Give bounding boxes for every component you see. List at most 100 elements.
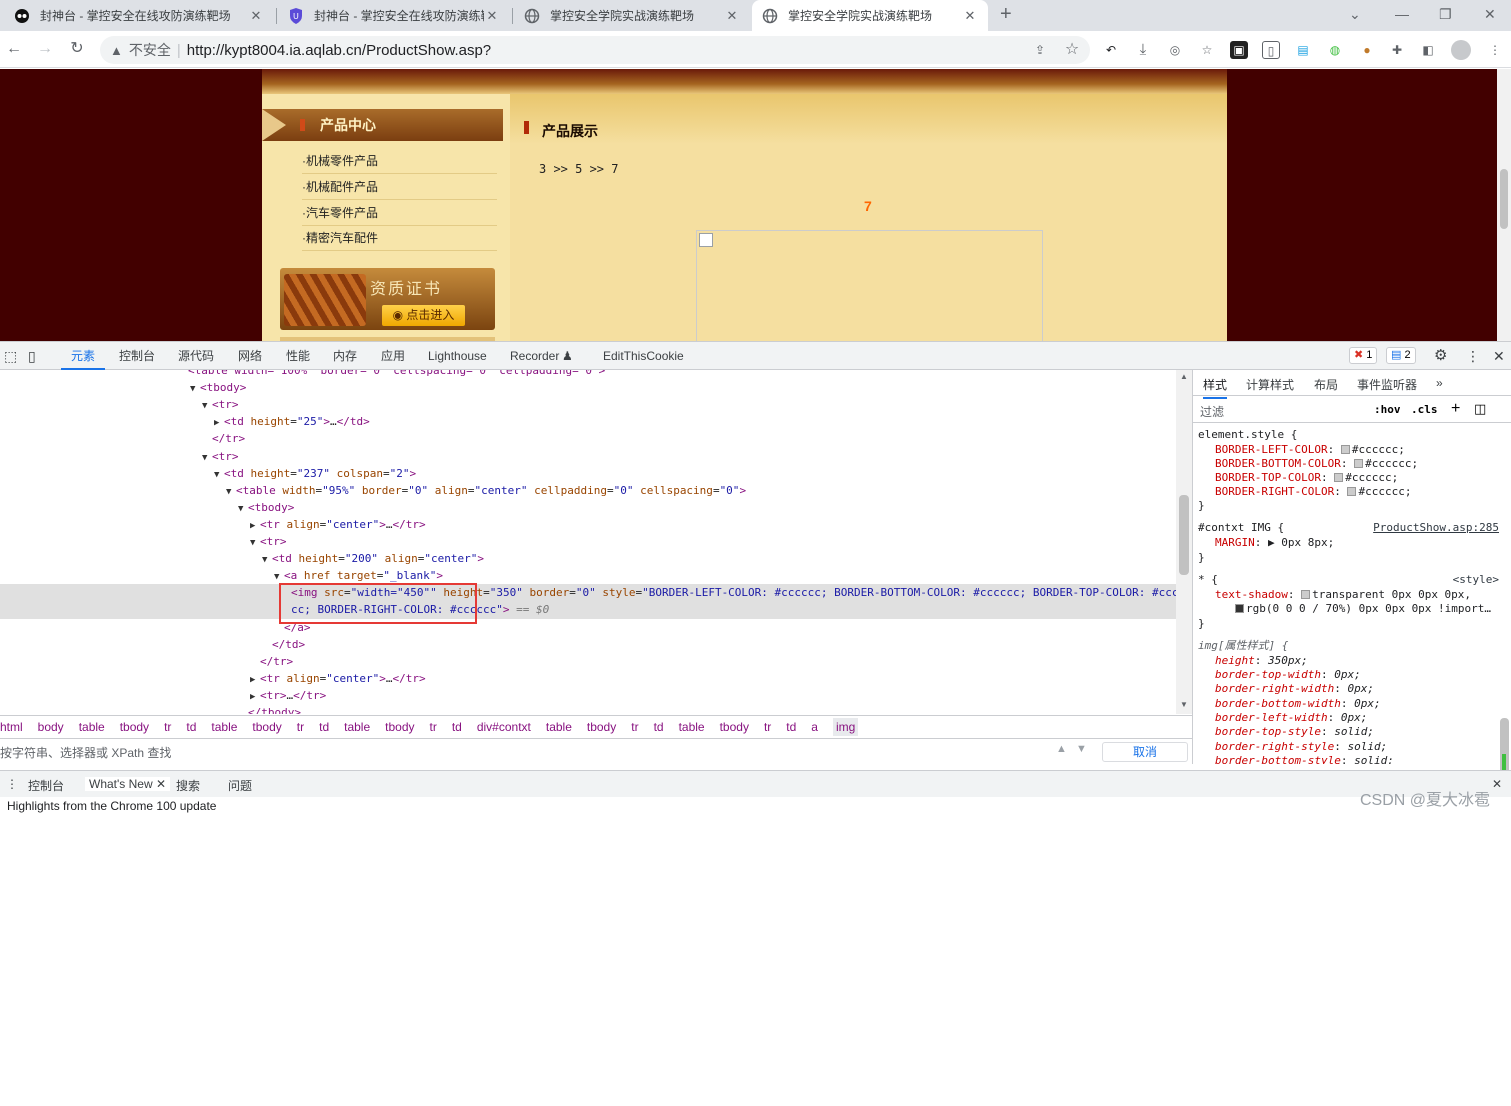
style-declaration[interactable]: BORDER-LEFT-COLOR: #cccccc; [1215, 443, 1405, 457]
expand-triangle-icon[interactable]: ▼ [202, 398, 212, 415]
breadcrumb-item[interactable]: tr [631, 720, 638, 734]
category-link[interactable]: ·机械零件产品 [302, 149, 497, 174]
breadcrumb-item[interactable]: td [654, 720, 664, 734]
property-name[interactable]: border-bottom-style [1215, 754, 1341, 764]
property-name[interactable]: border-top-style [1215, 725, 1321, 738]
add-rule-icon[interactable]: + [1451, 400, 1460, 418]
browser-tab-3[interactable]: 掌控安全学院实战演练靶场 ✕ [514, 0, 750, 31]
breadcrumb-item[interactable]: tr [164, 720, 171, 734]
expand-triangle-icon[interactable]: ▼ [250, 535, 260, 552]
style-value-continued[interactable]: rgb(0 0 0 / 70%) 0px 0px 0px !import… [1235, 602, 1491, 616]
property-value[interactable]: solid; [1347, 740, 1387, 753]
property-value[interactable]: 350px; [1268, 654, 1308, 667]
find-input[interactable]: 按字符串、选择器或 XPath 查找 [0, 744, 171, 761]
category-link[interactable]: ·机械配件产品 [302, 175, 497, 200]
style-declaration[interactable]: border-right-width: 0px; [1215, 682, 1374, 696]
filter-input[interactable]: 过滤 [1200, 403, 1224, 420]
dom-node-line[interactable]: ▼ <a href target="_blank"> [274, 567, 443, 584]
extension-icon[interactable]: ◍ [1326, 41, 1344, 59]
extension-icon[interactable]: ↶ [1102, 41, 1120, 59]
color-swatch-icon[interactable] [1301, 590, 1311, 599]
property-value[interactable]: #cccccc; [1352, 443, 1405, 456]
dom-node-line[interactable]: ▼ <td height="237" colspan="2"> [214, 465, 416, 482]
error-badge[interactable]: ✖ 1 [1349, 347, 1378, 364]
style-source-link[interactable]: <style> [1453, 573, 1499, 587]
breadcrumb-item[interactable]: a [811, 720, 818, 734]
color-swatch-icon[interactable] [1235, 604, 1244, 613]
tab-recorder[interactable]: Recorder [510, 342, 559, 370]
property-name[interactable]: border-left-width [1215, 711, 1328, 724]
scroll-down-icon[interactable]: ▼ [1180, 700, 1188, 709]
breadcrumb-item[interactable]: table [79, 720, 105, 734]
expand-triangle-icon[interactable]: ▼ [238, 501, 248, 518]
breadcrumb-item[interactable]: tbody [720, 720, 749, 734]
property-value[interactable]: #cccccc; [1365, 457, 1418, 470]
breadcrumb-item[interactable]: img [832, 718, 859, 736]
browser-tab-2[interactable]: U 封神台 - 掌控安全在线攻防演练靶场 ✕ [278, 0, 510, 31]
style-declaration[interactable]: border-bottom-width: 0px; [1215, 697, 1381, 711]
close-drawer-icon[interactable]: ✕ [1492, 777, 1502, 791]
style-declaration[interactable]: height: 350px; [1215, 654, 1308, 668]
dom-node-line[interactable]: ▼ <tr> [202, 396, 239, 413]
breadcrumb-item[interactable]: table [344, 720, 370, 734]
close-tab-icon[interactable]: ✕ [248, 8, 264, 24]
certificate-banner[interactable]: 资质证书 ◉ 点击进入 [280, 268, 495, 330]
tab-lighthouse[interactable]: Lighthouse [428, 342, 487, 370]
maximize-icon[interactable]: ❐ [1439, 6, 1452, 23]
scroll-up-icon[interactable]: ▲ [1180, 372, 1188, 381]
category-link[interactable]: ·汽车零件产品 [302, 201, 497, 226]
breadcrumb-item[interactable]: td [319, 720, 329, 734]
style-selector[interactable]: * { [1198, 573, 1218, 587]
property-value[interactable]: 0px; [1354, 697, 1381, 710]
drawer-tab-search[interactable]: 搜索 [176, 777, 200, 794]
record-icon[interactable]: ◎ [1166, 41, 1184, 59]
close-tab-icon[interactable]: ✕ [484, 8, 500, 24]
cancel-button[interactable]: 取消 [1102, 742, 1188, 762]
dom-node-line[interactable]: </tr> [202, 430, 245, 447]
inspect-icon[interactable]: ⬚ [4, 342, 17, 370]
breadcrumb-item[interactable]: tr [429, 720, 436, 734]
property-value[interactable]: 0px; [1347, 682, 1374, 695]
style-rule-end[interactable]: } [1198, 499, 1205, 513]
property-name[interactable]: border-top-width [1215, 668, 1321, 681]
find-prev-icon[interactable]: ▲ [1056, 743, 1067, 755]
more-tabs-icon[interactable]: » [1436, 376, 1443, 390]
scrollbar-thumb[interactable] [1179, 495, 1189, 575]
warning-icon[interactable]: ▲ [110, 43, 123, 58]
share-icon[interactable]: ⇪ [1031, 41, 1049, 59]
breadcrumb-item[interactable]: tbody [252, 720, 281, 734]
breadcrumb-item[interactable]: tbody [120, 720, 149, 734]
color-swatch-icon[interactable] [1354, 459, 1364, 468]
tab-performance[interactable]: 性能 [286, 342, 310, 370]
property-value[interactable]: transparent 0px 0px 0px, [1312, 588, 1471, 601]
breadcrumb-item[interactable]: td [786, 720, 796, 734]
address-bar[interactable]: ▲ 不安全 | http://kypt8004.ia.aqlab.cn/Prod… [100, 36, 1090, 64]
browser-tab-4-active[interactable]: 掌控安全学院实战演练靶场 ✕ [752, 0, 988, 31]
cls-toggle[interactable]: .cls [1411, 403, 1438, 416]
drawer-menu-icon[interactable]: ⋮ [6, 777, 18, 791]
breadcrumb-item[interactable]: td [452, 720, 462, 734]
breadcrumb-item[interactable]: div#contxt [477, 720, 531, 734]
dom-node-line[interactable]: <table width="100%" border="0" cellspaci… [178, 370, 605, 379]
property-name[interactable]: border-bottom-width [1215, 697, 1341, 710]
device-toolbar-icon[interactable]: ▯ [28, 342, 36, 370]
close-tab-icon[interactable]: ✕ [962, 8, 978, 24]
dom-node-line[interactable]: ▶ <tr align="center">…</tr> [250, 516, 426, 533]
close-devtools-icon[interactable]: ✕ [1493, 342, 1505, 370]
style-source-link[interactable]: ProductShow.asp:285 [1373, 521, 1499, 535]
property-name[interactable]: BORDER-TOP-COLOR [1215, 471, 1321, 484]
style-rule-end[interactable]: } [1198, 617, 1205, 631]
page-scrollbar[interactable] [1497, 69, 1511, 341]
expand-triangle-icon[interactable]: ▼ [262, 552, 272, 569]
enter-button[interactable]: ◉ 点击进入 [382, 305, 465, 326]
tab-layout[interactable]: 布局 [1314, 376, 1338, 393]
breadcrumb-item[interactable]: table [679, 720, 705, 734]
property-name[interactable]: text-shadow [1215, 588, 1288, 601]
color-swatch-icon[interactable] [1347, 487, 1357, 496]
breadcrumb-item[interactable]: html [0, 720, 23, 734]
property-name[interactable]: BORDER-RIGHT-COLOR [1215, 485, 1334, 498]
tab-editthiscookie[interactable]: EditThisCookie [603, 342, 684, 370]
expand-triangle-icon[interactable]: ▼ [226, 484, 236, 501]
message-badge[interactable]: ▤ 2 [1386, 347, 1416, 364]
style-declaration[interactable]: border-top-width: 0px; [1215, 668, 1361, 682]
